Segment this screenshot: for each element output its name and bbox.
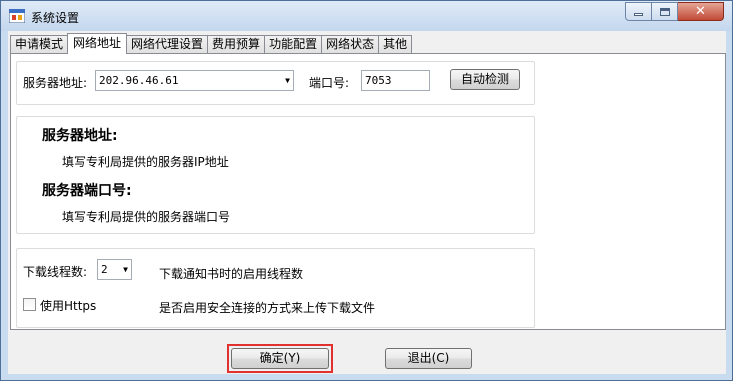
server-address-label: 服务器地址: xyxy=(23,76,88,90)
use-https-desc: 是否启用安全连接的方式来上传下载文件 xyxy=(159,301,376,315)
download-group: 下载线程数: 2 ▼ 下载通知书时的启用线程数 使用Https 是否启用安全连接… xyxy=(16,248,535,328)
port-input[interactable]: 7053 xyxy=(361,70,430,91)
minimize-icon xyxy=(634,13,643,16)
server-address-combo[interactable]: 202.96.46.61 ▼ xyxy=(95,70,294,91)
maximize-button[interactable] xyxy=(652,2,678,21)
tab-fee-budget[interactable]: 费用预算 xyxy=(208,35,266,54)
maximize-icon xyxy=(659,7,670,16)
minimize-button[interactable] xyxy=(625,2,652,21)
window-title: 系统设置 xyxy=(31,11,80,25)
autodetect-button[interactable]: 自动检测 xyxy=(450,69,520,90)
help-address-title: 服务器地址: xyxy=(42,128,118,144)
download-threads-label: 下载线程数: xyxy=(23,265,88,279)
network-address-page: 服务器地址: 202.96.46.61 ▼ 端口号: 7053 自动检测 服务器… xyxy=(10,53,726,330)
dropdown-arrow-icon[interactable]: ▼ xyxy=(123,260,128,279)
close-icon: ✕ xyxy=(695,4,706,19)
tab-feature-config[interactable]: 功能配置 xyxy=(265,35,323,54)
help-group: 服务器地址: 填写专利局提供的服务器IP地址 服务器端口号: 填写专利局提供的服… xyxy=(16,116,535,234)
ok-button[interactable]: 确定(Y) xyxy=(231,348,329,369)
server-address-value: 202.96.46.61 xyxy=(99,74,179,87)
system-settings-window: 系统设置 ✕ 申请模式 网络地址 网络代理设置 费用预算 功能配置 网络状态 其… xyxy=(0,0,733,381)
caption-buttons: ✕ xyxy=(625,2,724,22)
exit-button[interactable]: 退出(C) xyxy=(385,348,472,369)
download-threads-combo[interactable]: 2 ▼ xyxy=(97,259,132,280)
download-threads-value: 2 xyxy=(101,263,108,276)
help-address-desc: 填写专利局提供的服务器IP地址 xyxy=(62,155,229,169)
tab-network-address[interactable]: 网络地址 xyxy=(67,33,128,54)
settings-tab-strip: 申请模式 网络地址 网络代理设置 费用预算 功能配置 网络状态 其他 xyxy=(10,33,413,54)
use-https-label[interactable]: 使用Https xyxy=(40,297,96,314)
help-port-title: 服务器端口号: xyxy=(42,183,132,199)
tab-apply-mode[interactable]: 申请模式 xyxy=(10,35,69,54)
close-button[interactable]: ✕ xyxy=(678,2,724,21)
tab-proxy-settings[interactable]: 网络代理设置 xyxy=(127,35,209,54)
download-threads-desc: 下载通知书时的启用线程数 xyxy=(159,267,304,281)
tab-other[interactable]: 其他 xyxy=(379,35,413,54)
use-https-checkbox[interactable] xyxy=(23,298,36,311)
tab-network-status[interactable]: 网络状态 xyxy=(322,35,380,54)
title-bar[interactable]: 系统设置 ✕ xyxy=(1,1,732,31)
server-settings-group: 服务器地址: 202.96.46.61 ▼ 端口号: 7053 自动检测 xyxy=(16,61,535,105)
dropdown-arrow-icon[interactable]: ▼ xyxy=(285,71,290,90)
dialog-client-area: 申请模式 网络地址 网络代理设置 费用预算 功能配置 网络状态 其他 服务器地址… xyxy=(8,31,726,374)
app-window-icon xyxy=(9,9,25,23)
port-label: 端口号: xyxy=(309,76,350,90)
help-port-desc: 填写专利局提供的服务器端口号 xyxy=(62,210,231,224)
